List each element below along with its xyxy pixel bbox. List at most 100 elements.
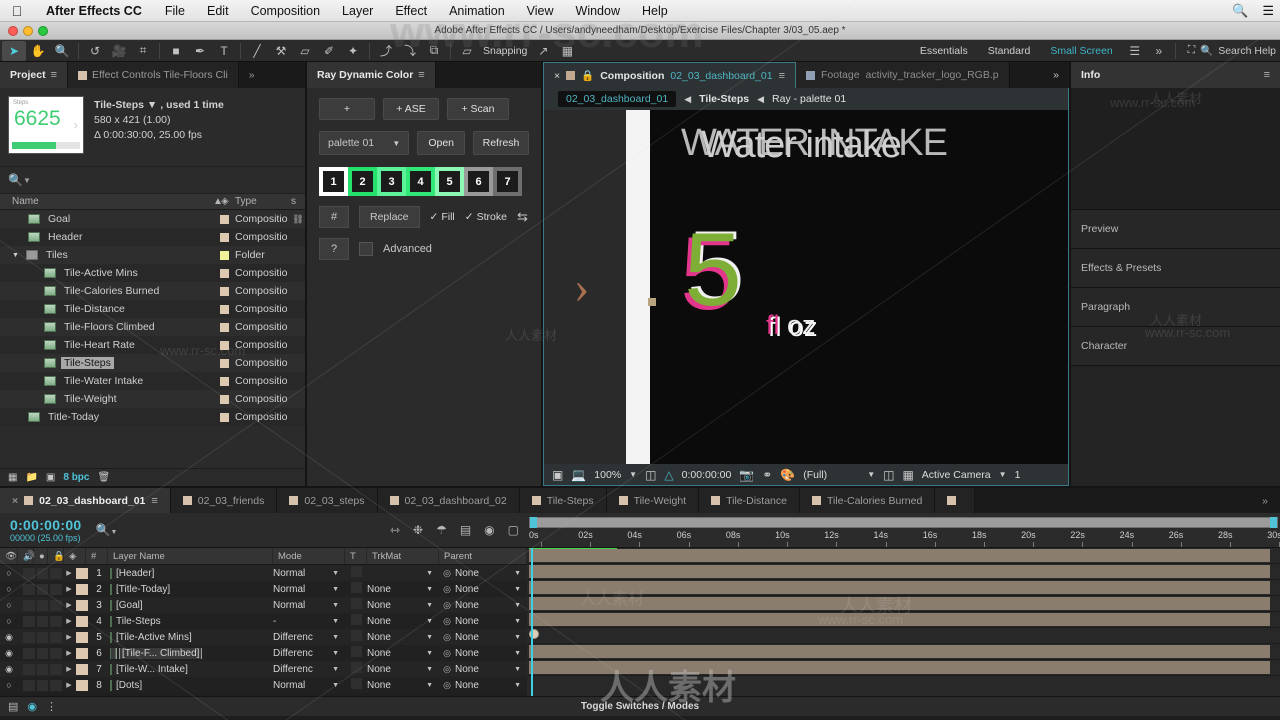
graph-editor-icon[interactable]: ▢ — [508, 523, 519, 537]
advanced-checkbox[interactable] — [359, 242, 373, 256]
panel-paragraph[interactable]: Paragraph — [1071, 287, 1280, 327]
layer-label-color[interactable] — [76, 567, 88, 579]
rotation-tool[interactable]: ↺ — [83, 41, 107, 61]
menu-item-animation[interactable]: Animation — [438, 4, 516, 18]
timeline-tab-tile-steps[interactable]: Tile-Steps — [519, 488, 607, 513]
layer-mode-select[interactable]: Differenc ▼ — [273, 664, 345, 675]
palette-swatch-6[interactable]: 6 — [464, 167, 493, 196]
fill-checkbox[interactable]: ✓ Fill — [430, 211, 455, 223]
layer-row[interactable]: ○ ▶ 4 Tile-Steps - ▼ None ▼ ◎ None ▼ — [0, 613, 527, 629]
timeline-tab-tile-distance[interactable]: Tile-Distance — [699, 488, 800, 513]
layer-mode-select[interactable]: Normal ▼ — [273, 680, 345, 691]
column-mode[interactable]: Mode — [273, 548, 345, 564]
transparency-grid-icon[interactable]: ▦ — [902, 468, 913, 482]
puppet-pin-tool[interactable]: ✦ — [341, 41, 365, 61]
layer-preserve-transparency[interactable] — [345, 566, 367, 580]
layer-track-row[interactable] — [527, 580, 1280, 596]
panel-menu-icon[interactable]: ≡ — [51, 69, 57, 81]
layer-row[interactable]: ○ ▶ 8 [Dots] Normal ▼ None ▼ ◎ None ▼ — [0, 677, 527, 693]
menu-item-window[interactable]: Window — [565, 4, 631, 18]
tab-ray-dynamic-color[interactable]: Ray Dynamic Color ≡ — [307, 62, 436, 88]
layer-mode-select[interactable]: Normal ▼ — [273, 600, 345, 611]
label-color-swatch[interactable] — [220, 250, 229, 260]
layer-label-color[interactable] — [76, 663, 88, 675]
timeline-tabs-overflow[interactable]: » — [1250, 488, 1280, 513]
chevron-down-icon[interactable]: ▼ — [147, 99, 157, 111]
region-of-interest-icon[interactable]: ◫ — [645, 468, 656, 482]
label-color-swatch[interactable] — [220, 268, 229, 278]
work-area-bar[interactable] — [529, 517, 1278, 528]
layer-visibility-icon[interactable]: ○ — [0, 616, 18, 626]
column-name[interactable]: Name — [0, 196, 213, 207]
layer-visibility-icon[interactable]: ○ — [0, 680, 18, 690]
label-color-swatch[interactable] — [220, 304, 229, 314]
layer-trkmat-select[interactable]: None ▼ — [367, 632, 439, 643]
project-item-row[interactable]: Tile-Distance Compositio — [0, 300, 305, 318]
layer-trkmat-select[interactable]: None ▼ — [367, 648, 439, 659]
apple-logo-icon[interactable]:  — [0, 3, 34, 19]
workspace-standard[interactable]: Standard — [978, 41, 1041, 61]
chevron-down-icon[interactable]: ▼ — [999, 470, 1007, 479]
layer-parent-select[interactable]: None ▼ — [455, 568, 527, 579]
search-icon[interactable]: 🔍 — [1232, 3, 1248, 19]
panel-character[interactable]: Character — [1071, 326, 1280, 366]
label-color-swatch[interactable] — [220, 286, 229, 296]
layer-parent-select[interactable]: None ▼ — [455, 648, 527, 659]
label-color-swatch[interactable] — [220, 412, 229, 422]
timeline-search-icon[interactable]: 🔍▼ — [96, 523, 118, 537]
menu-item-edit[interactable]: Edit — [196, 4, 240, 18]
layer-disclosure-icon[interactable]: ▶ — [62, 665, 76, 673]
parent-pickwhip-icon[interactable]: ◎ — [439, 632, 455, 643]
layer-track-row[interactable] — [527, 612, 1280, 628]
layer-disclosure-icon[interactable]: ▶ — [62, 649, 76, 657]
draft-3d-icon[interactable]: ❉ — [413, 523, 423, 537]
tab-project[interactable]: Project ≡ — [0, 62, 69, 88]
layer-mode-select[interactable]: Normal ▼ — [273, 584, 345, 595]
breadcrumb-item-ray-palette[interactable]: Ray - palette 01 — [772, 93, 846, 105]
work-area-start-handle[interactable] — [530, 517, 537, 528]
snapping-checkbox[interactable]: ▱ — [455, 41, 479, 61]
layer-preserve-transparency[interactable] — [345, 662, 367, 676]
menu-item-view[interactable]: View — [516, 4, 565, 18]
project-item-row[interactable]: Tile-Water Intake Compositio — [0, 372, 305, 390]
tab-footage-logo[interactable]: Footage activity_tracker_logo_RGB.p — [796, 62, 1010, 88]
monitor-icon[interactable]: 💻 — [571, 468, 586, 482]
brush-tool[interactable]: ╱ — [245, 41, 269, 61]
layer-row[interactable]: ○ ▶ 2 [Title-Today] Normal ▼ None ▼ ◎ None ▼ — [0, 581, 527, 597]
project-search-input[interactable]: 🔍 ▼ — [0, 166, 305, 194]
project-item-row[interactable]: Title-Today Compositio — [0, 408, 305, 426]
timeline-tab-tile-weight[interactable]: Tile-Weight — [606, 488, 700, 513]
layer-parent-select[interactable]: None ▼ — [455, 616, 527, 627]
roto-brush-tool[interactable]: ✐ — [317, 41, 341, 61]
project-item-row[interactable]: Tile-Heart Rate Compositio — [0, 336, 305, 354]
layer-row[interactable]: ○ ▶ 1 [Header] Normal ▼ ▼ ◎ None ▼ — [0, 565, 527, 581]
lock-icon[interactable]: 🔒 — [581, 69, 594, 82]
layer-label-color[interactable] — [76, 583, 88, 595]
layer-switches[interactable] — [18, 647, 63, 659]
layer-visibility-icon[interactable]: ○ — [0, 584, 18, 594]
layer-visibility-icon[interactable]: ◉ — [0, 648, 18, 659]
view-axis-icon[interactable]: ⧉ — [422, 41, 446, 61]
palette-select[interactable]: palette 01 ▼ — [319, 131, 410, 155]
label-color-swatch[interactable] — [220, 340, 229, 350]
layer-mode-select[interactable]: Normal ▼ — [273, 568, 345, 579]
label-color-swatch[interactable] — [220, 358, 229, 368]
layer-mode-select[interactable]: - ▼ — [273, 616, 345, 627]
layer-switches[interactable] — [18, 631, 63, 643]
breadcrumb-item-tile-steps[interactable]: Tile-Steps — [699, 93, 749, 105]
layer-preserve-transparency[interactable] — [345, 582, 367, 596]
pen-tool[interactable]: ✒ — [188, 41, 212, 61]
layer-duration-bar[interactable] — [529, 613, 1270, 626]
layer-trkmat-select[interactable]: None ▼ — [367, 584, 439, 595]
snapshot-icon[interactable]: 📷 — [739, 468, 754, 482]
menu-item-file[interactable]: File — [154, 4, 196, 18]
clone-stamp-tool[interactable]: ⚒ — [269, 41, 293, 61]
layer-track-row[interactable] — [527, 596, 1280, 612]
layer-preserve-transparency[interactable] — [345, 614, 367, 628]
project-item-row[interactable]: Tile-Active Mins Compositio — [0, 264, 305, 282]
layer-visibility-icon[interactable]: ◉ — [0, 664, 18, 675]
motion-blur-icon[interactable]: ◉ — [484, 523, 494, 537]
region-toggle-icon[interactable]: ◫ — [883, 468, 894, 482]
mask-icon[interactable]: △ — [664, 468, 673, 482]
panel-menu-icon[interactable]: ≡ — [1264, 69, 1270, 81]
